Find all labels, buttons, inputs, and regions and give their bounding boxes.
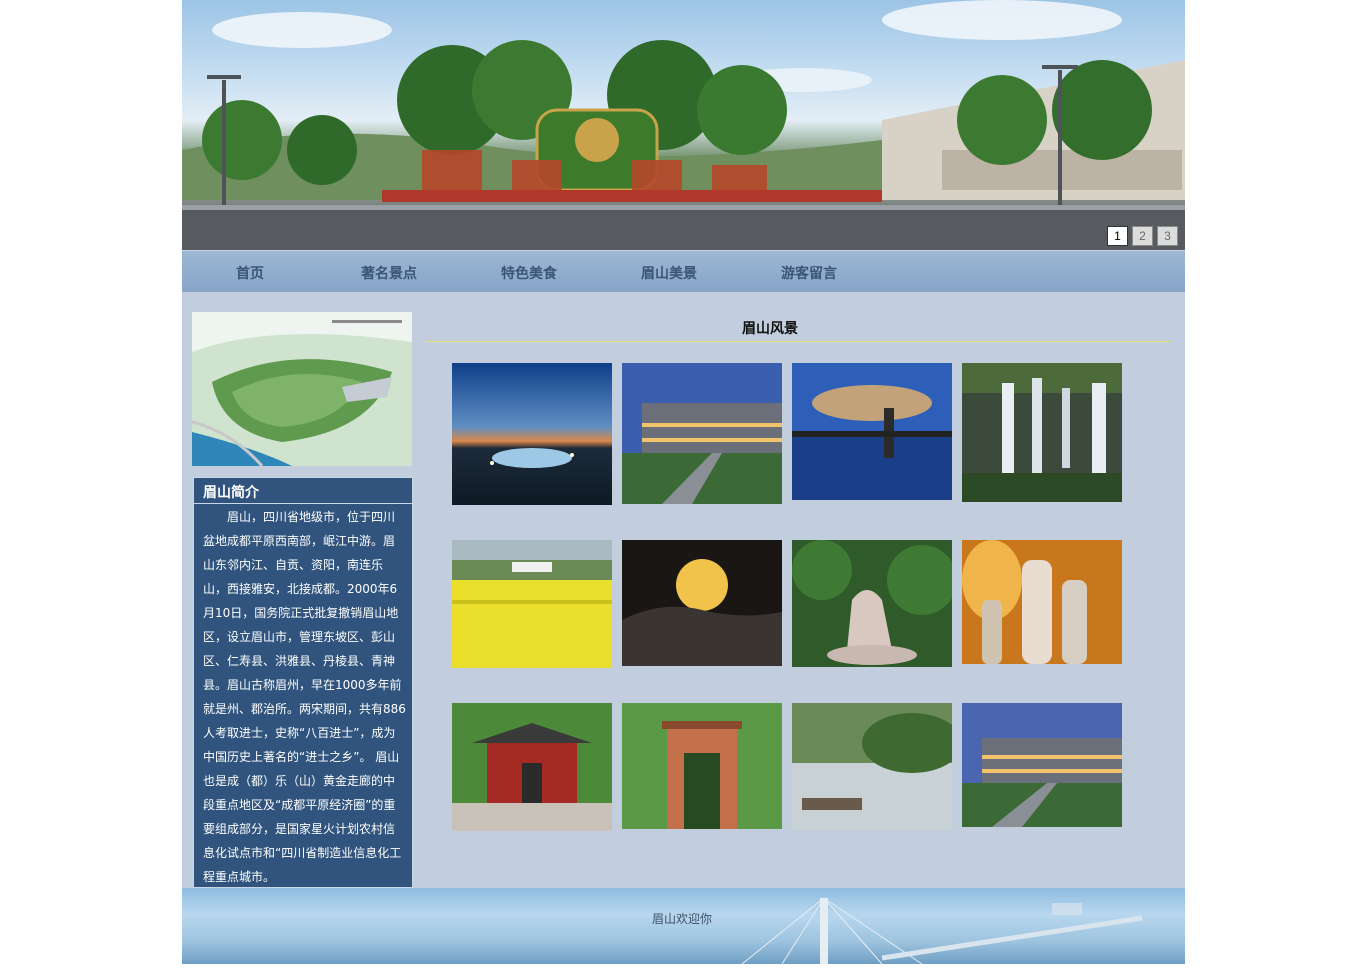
intro-title: 眉山简介: [194, 478, 412, 504]
banner: 1 2 3: [182, 0, 1185, 250]
scenery-photo-night-city[interactable]: [452, 363, 612, 505]
intro-text: 眉山，四川省地级市，位于四川盆地成都平原西南部，岷江中游。眉山东邻内江、自贡、资…: [203, 510, 406, 884]
scenery-photo-lake-pavilion[interactable]: [792, 703, 952, 830]
scenery-photo-temple[interactable]: [452, 703, 612, 831]
scenery-photo-archway[interactable]: [622, 703, 782, 829]
footer-text: 眉山欢迎你: [652, 912, 713, 926]
nav-item-scenery[interactable]: 眉山美景: [641, 263, 697, 283]
scenery-photo-hotel[interactable]: [622, 363, 782, 504]
nav-item-home[interactable]: 首页: [236, 263, 264, 283]
title-divider: [425, 341, 1171, 342]
scenery-photo-hotel-dusk[interactable]: [962, 703, 1122, 827]
nav-item-attractions[interactable]: 著名景点: [361, 263, 417, 283]
banner-pager: 1 2 3: [1107, 226, 1178, 246]
sidebar-map-image: [192, 312, 412, 466]
pager-button-3[interactable]: 3: [1157, 226, 1178, 246]
scenery-photo-rapeseed-field[interactable]: [452, 540, 612, 668]
main-nav: 首页 著名景点 特色美食 眉山美景 游客留言: [182, 250, 1185, 292]
page: 1 2 3 首页 著名景点 特色美食 眉山美景 游客留言 眉山简介 眉山，四川省…: [182, 0, 1185, 964]
pager-button-2[interactable]: 2: [1132, 226, 1153, 246]
scenery-photo-full-moon[interactable]: [622, 540, 782, 666]
nav-item-guestbook[interactable]: 游客留言: [781, 263, 837, 283]
scenery-photo-karst-cave[interactable]: [962, 540, 1122, 664]
scenery-photo-statue[interactable]: [792, 540, 952, 667]
banner-image: [182, 0, 1185, 250]
footer: 眉山欢迎你: [182, 888, 1185, 964]
scenery-photo-waterfall[interactable]: [962, 363, 1122, 502]
main-title: 眉山风景: [742, 321, 798, 337]
pager-button-1[interactable]: 1: [1107, 226, 1128, 246]
nav-item-food[interactable]: 特色美食: [501, 263, 557, 283]
intro-panel: 眉山简介 眉山，四川省地级市，位于四川盆地成都平原西南部，岷江中游。眉山东邻内江…: [193, 477, 413, 888]
scenery-photo-lake-sunset[interactable]: [792, 363, 952, 500]
